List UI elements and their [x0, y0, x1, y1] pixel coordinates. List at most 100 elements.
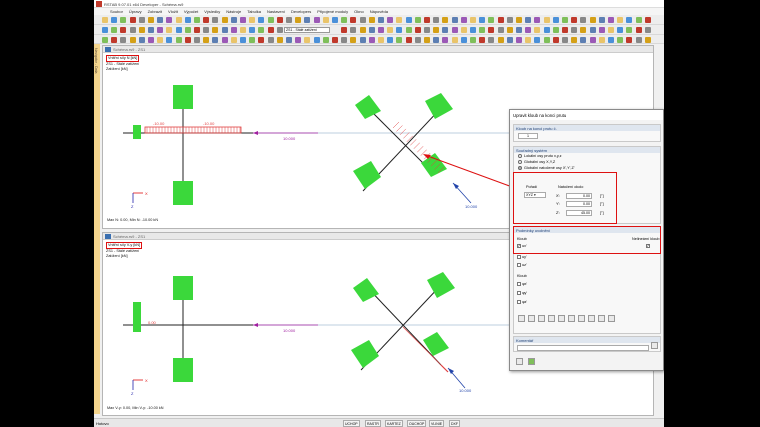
toolbar-button[interactable]: [534, 27, 541, 33]
toolbar-button[interactable]: [635, 37, 642, 43]
toolbar-button[interactable]: [102, 27, 108, 33]
toolbar-button[interactable]: [368, 17, 375, 23]
toolbar-button[interactable]: [479, 37, 486, 43]
toolbar-button[interactable]: [286, 37, 292, 43]
status-button-dxf[interactable]: DXF: [449, 420, 460, 427]
tool-button-7[interactable]: [578, 315, 585, 322]
menu-item[interactable]: Tabulka: [247, 9, 261, 14]
checkbox-phiy[interactable]: [517, 291, 521, 295]
toolbar-button[interactable]: [617, 37, 624, 43]
toolbar-button[interactable]: [635, 17, 642, 23]
navigator-tab[interactable]: Navigátor - Data: [94, 44, 100, 414]
toolbar-button[interactable]: [157, 27, 164, 33]
tool-button-8[interactable]: [588, 315, 595, 322]
toolbar-button[interactable]: [138, 37, 145, 43]
toolbar-button[interactable]: [506, 37, 513, 43]
menu-item[interactable]: Úpravy: [129, 9, 142, 14]
toolbar-button[interactable]: [258, 17, 265, 23]
menu-item[interactable]: Okno: [354, 9, 364, 14]
toolbar-button[interactable]: [111, 27, 118, 33]
toolbar-button[interactable]: [562, 17, 568, 23]
help-button[interactable]: [516, 358, 523, 365]
toolbar-button[interactable]: [138, 17, 145, 23]
toolbar-button[interactable]: [350, 17, 357, 23]
toolbar-button[interactable]: [129, 17, 136, 23]
toolbar-button[interactable]: [157, 37, 164, 43]
toolbar-button[interactable]: [304, 17, 311, 23]
toolbar-button[interactable]: [240, 37, 246, 43]
toolbar-button[interactable]: [102, 37, 108, 43]
status-button-grid[interactable]: RASTR: [365, 420, 381, 427]
toolbar-button[interactable]: [534, 17, 541, 23]
toolbar-button[interactable]: [598, 27, 605, 33]
toolbar-button[interactable]: [267, 37, 274, 43]
menu-item[interactable]: Developers: [291, 9, 311, 14]
toolbar-button[interactable]: [212, 27, 219, 33]
toolbar-button[interactable]: [120, 27, 127, 33]
toolbar-button[interactable]: [506, 17, 513, 23]
toolbar-button[interactable]: [184, 37, 191, 43]
toolbar-button[interactable]: [286, 17, 292, 23]
toolbar-button[interactable]: [598, 17, 605, 23]
toolbar-button[interactable]: [424, 17, 430, 23]
toolbar-button[interactable]: [313, 37, 320, 43]
toolbar-button[interactable]: [276, 27, 283, 33]
toolbar-button[interactable]: [516, 37, 522, 43]
toolbar-button[interactable]: [562, 27, 568, 33]
menu-item[interactable]: Nástroje: [226, 9, 241, 14]
toolbar-button[interactable]: [571, 17, 578, 23]
toolbar-button[interactable]: [148, 27, 154, 33]
toolbar-button[interactable]: [387, 17, 394, 23]
toolbar-button[interactable]: [111, 17, 118, 23]
tool-button-3[interactable]: [538, 315, 545, 322]
toolbar-button[interactable]: [460, 37, 467, 43]
toolbar-button[interactable]: [276, 37, 283, 43]
menu-item[interactable]: Výpočet: [184, 9, 198, 14]
toolbar-button[interactable]: [138, 27, 145, 33]
tool-button-5[interactable]: [558, 315, 565, 322]
toolbar-button[interactable]: [396, 17, 403, 23]
toolbar-button[interactable]: [552, 27, 559, 33]
toolbar-button[interactable]: [249, 27, 256, 33]
status-button-guidelines[interactable]: VLINIE: [429, 420, 445, 427]
tool-button-1[interactable]: [518, 315, 525, 322]
toolbar-button[interactable]: [313, 17, 320, 23]
toolbar-button[interactable]: [129, 27, 136, 33]
toolbar-button[interactable]: [341, 37, 348, 43]
toolbar-button[interactable]: [442, 37, 449, 43]
toolbar-button[interactable]: [433, 17, 440, 23]
toolbar-button[interactable]: [571, 27, 578, 33]
status-button-cartesian[interactable]: KARTEZ: [385, 420, 403, 427]
toolbar-button[interactable]: [644, 37, 651, 43]
toolbar-button[interactable]: [166, 27, 173, 33]
toolbar-button[interactable]: [543, 27, 550, 33]
toolbar-button[interactable]: [414, 17, 421, 23]
toolbar-button[interactable]: [580, 17, 587, 23]
toolbar-button[interactable]: [341, 17, 348, 23]
toolbar-button[interactable]: [341, 27, 348, 33]
toolbar-button[interactable]: [258, 37, 265, 43]
menu-item[interactable]: Vložit: [168, 9, 178, 14]
toolbar-button[interactable]: [414, 27, 421, 33]
toolbar-button[interactable]: [249, 37, 256, 43]
toolbar-button[interactable]: [626, 27, 633, 33]
toolbar-button[interactable]: [387, 27, 394, 33]
toolbar-button[interactable]: [295, 37, 302, 43]
toolbar-button[interactable]: [175, 17, 182, 23]
toolbar-button[interactable]: [424, 37, 430, 43]
toolbar-button[interactable]: [525, 27, 532, 33]
toolbar-button[interactable]: [598, 37, 605, 43]
toolbar-button[interactable]: [525, 17, 532, 23]
tool-button-10[interactable]: [608, 315, 615, 322]
toolbar-button[interactable]: [148, 17, 154, 23]
toolbar-button[interactable]: [166, 17, 173, 23]
toolbar-button[interactable]: [332, 37, 338, 43]
toolbar-button[interactable]: [230, 37, 237, 43]
toolbar-button[interactable]: [230, 27, 237, 33]
toolbar-button[interactable]: [212, 17, 219, 23]
toolbar-button[interactable]: [368, 37, 375, 43]
toolbar-button[interactable]: [562, 37, 568, 43]
toolbar-button[interactable]: [589, 17, 596, 23]
toolbar-button[interactable]: [203, 37, 210, 43]
toolbar-button[interactable]: [488, 37, 495, 43]
